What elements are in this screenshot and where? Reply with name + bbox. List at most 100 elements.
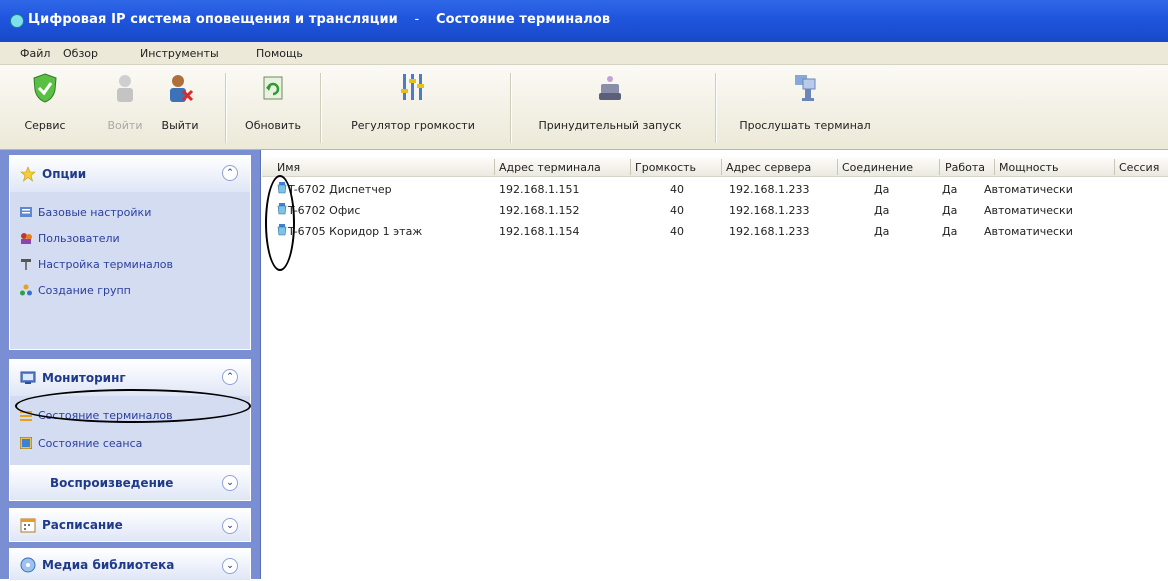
expand-chevron-icon[interactable]: ⌄ — [222, 475, 238, 491]
shield-check-icon — [30, 71, 60, 105]
playback-panel[interactable]: Воспроизведение ⌄ — [9, 465, 251, 501]
media-library-panel[interactable]: Медиа библиотека ⌄ — [9, 548, 251, 581]
cell-connection: Да — [874, 204, 890, 217]
options-panel: Опции ⌃ Базовые настройки Пользователи Н… — [9, 155, 251, 350]
column-divider[interactable] — [721, 159, 722, 175]
login-button[interactable]: Войти — [100, 71, 150, 132]
cell-server-address: 192.168.1.233 — [729, 204, 810, 217]
logout-button[interactable]: Выйти — [150, 71, 210, 132]
schedule-panel-header[interactable]: Расписание ⌄ — [10, 509, 250, 541]
playback-panel-header[interactable]: Воспроизведение ⌄ — [10, 466, 250, 500]
cell-name: T-6705 Коридор 1 этаж — [288, 225, 423, 238]
menu-file[interactable]: Файл — [20, 47, 50, 60]
cell-power: Автоматически — [984, 183, 1073, 196]
column-header-volume[interactable]: Громкость — [635, 161, 696, 174]
cell-terminal-address: 192.168.1.152 — [499, 204, 580, 217]
force-start-button[interactable]: Принудительный запуск — [530, 71, 690, 132]
column-divider[interactable] — [994, 159, 995, 175]
cell-connection: Да — [874, 225, 890, 238]
listen-terminal-button[interactable]: Прослушать терминал — [735, 71, 875, 132]
cell-operation: Да — [942, 225, 958, 238]
schedule-icon — [20, 517, 36, 533]
cell-volume: 40 — [670, 225, 684, 238]
cell-connection: Да — [874, 183, 890, 196]
settings-list-icon — [20, 206, 32, 218]
terminal-table: Имя Адрес терминала Громкость Адрес серв… — [262, 150, 1168, 579]
app-title: Цифровая IP система оповещения и трансля… — [28, 12, 398, 27]
app-icon — [10, 14, 24, 28]
cell-terminal-address: 192.168.1.154 — [499, 225, 580, 238]
annotation-ellipse-icons — [265, 175, 295, 271]
column-divider[interactable] — [494, 159, 495, 175]
terminal-settings-icon — [20, 258, 32, 270]
media-library-icon — [20, 557, 36, 573]
cell-volume: 40 — [670, 204, 684, 217]
column-divider[interactable] — [939, 159, 940, 175]
sidebar-item-session-status[interactable]: Состояние сеанса — [19, 436, 142, 450]
toolbar: Сервис Войти Выйти Обновить Регулятор гр… — [0, 65, 1168, 150]
title-separator: - — [414, 12, 420, 27]
column-header-power[interactable]: Мощность — [999, 161, 1058, 174]
column-header-session[interactable]: Сессия — [1119, 161, 1159, 174]
sidebar-item-users[interactable]: Пользователи — [20, 232, 120, 245]
service-label: Сервис — [24, 119, 66, 132]
column-header-terminal-address[interactable]: Адрес терминала — [499, 161, 601, 174]
collapse-chevron-icon[interactable]: ⌃ — [222, 165, 238, 181]
menu-bar: Файл Обзор Инструменты Помощь — [0, 42, 1168, 65]
expand-chevron-icon[interactable]: ⌄ — [222, 518, 238, 534]
menu-help[interactable]: Помощь — [256, 47, 303, 60]
listen-terminal-label: Прослушать терминал — [739, 119, 871, 132]
logout-label: Выйти — [161, 119, 199, 132]
table-row[interactable]: T-6702 Диспетчер 192.168.1.151 40 192.16… — [262, 181, 1168, 199]
column-divider[interactable] — [837, 159, 838, 175]
sidebar-item-create-groups[interactable]: Создание групп — [20, 284, 131, 297]
sidebar-item-terminal-settings[interactable]: Настройка терминалов — [20, 258, 173, 271]
schedule-panel[interactable]: Расписание ⌄ — [9, 508, 251, 542]
column-divider[interactable] — [1114, 159, 1115, 175]
media-library-panel-header[interactable]: Медиа библиотека ⌄ — [10, 549, 250, 580]
schedule-panel-title: Расписание — [42, 518, 123, 532]
user-logout-icon — [165, 71, 195, 105]
sidebar-item-label: Настройка терминалов — [38, 258, 173, 271]
cell-operation: Да — [942, 183, 958, 196]
column-header-server-address[interactable]: Адрес сервера — [726, 161, 811, 174]
refresh-icon — [258, 71, 288, 105]
playback-panel-title: Воспроизведение — [50, 476, 174, 490]
menu-view[interactable]: Обзор — [63, 47, 98, 60]
service-button[interactable]: Сервис — [20, 71, 70, 132]
view-title: Состояние терминалов — [435, 12, 611, 27]
monitor-icon — [20, 370, 36, 386]
force-start-label: Принудительный запуск — [538, 119, 682, 132]
user-login-icon — [110, 71, 140, 105]
force-start-icon — [595, 71, 625, 105]
column-header-name[interactable]: Имя — [277, 161, 300, 174]
cell-server-address: 192.168.1.233 — [729, 183, 810, 196]
toolbar-separator — [510, 73, 512, 143]
session-status-icon — [19, 436, 33, 450]
cell-volume: 40 — [670, 183, 684, 196]
sidebar: Опции ⌃ Базовые настройки Пользователи Н… — [0, 150, 261, 581]
annotation-ellipse-terminal-status — [15, 389, 251, 423]
column-header-connection[interactable]: Соединение — [842, 161, 913, 174]
column-header-operation[interactable]: Работа — [945, 161, 985, 174]
sidebar-item-label: Создание групп — [38, 284, 131, 297]
cell-server-address: 192.168.1.233 — [729, 225, 810, 238]
media-library-panel-title: Медиа библиотека — [42, 558, 175, 572]
listen-terminal-icon — [790, 71, 820, 105]
window-title: Цифровая IP система оповещения и трансля… — [28, 12, 610, 27]
cell-name: T-6702 Офис — [288, 204, 361, 217]
collapse-chevron-icon[interactable]: ⌃ — [222, 369, 238, 385]
volume-control-button[interactable]: Регулятор громкости — [338, 71, 488, 132]
refresh-button[interactable]: Обновить — [238, 71, 308, 132]
column-divider[interactable] — [630, 159, 631, 175]
options-panel-header[interactable]: Опции ⌃ — [10, 156, 250, 192]
table-row[interactable]: T-6705 Коридор 1 этаж 192.168.1.154 40 1… — [262, 223, 1168, 241]
menu-tools[interactable]: Инструменты — [140, 47, 219, 60]
table-row[interactable]: T-6702 Офис 192.168.1.152 40 192.168.1.2… — [262, 202, 1168, 220]
table-header: Имя Адрес терминала Громкость Адрес серв… — [262, 157, 1168, 177]
expand-chevron-icon[interactable]: ⌄ — [222, 558, 238, 574]
volume-control-label: Регулятор громкости — [351, 119, 475, 132]
cell-terminal-address: 192.168.1.151 — [499, 183, 580, 196]
sidebar-item-basic-settings[interactable]: Базовые настройки — [20, 206, 151, 219]
options-panel-title: Опции — [42, 167, 87, 181]
